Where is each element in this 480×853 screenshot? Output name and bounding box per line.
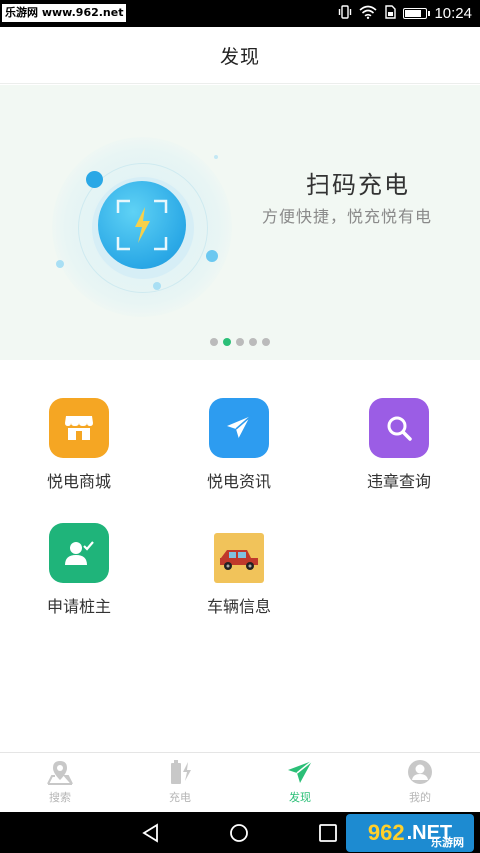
decor-dot — [153, 282, 161, 290]
decor-dot — [86, 171, 103, 188]
watermark: 乐游网 www.962.net — [2, 4, 127, 22]
grid-item-vehicle-info[interactable]: 车辆信息 — [179, 523, 299, 623]
banner-subtitle: 方便快捷，悦充悦有电 — [262, 207, 433, 226]
watermark-logo: 962 .NET 乐游网 — [346, 814, 474, 852]
battery-icon — [403, 8, 431, 19]
system-nav-bar: 962 .NET 乐游网 — [0, 812, 480, 853]
page-title: 发现 — [219, 45, 260, 68]
back-icon[interactable] — [141, 823, 161, 843]
tab-mine[interactable]: 我的 — [360, 753, 480, 812]
paper-plane-icon — [209, 398, 269, 458]
grid-item-news[interactable]: 悦电资讯 — [179, 398, 299, 498]
battery-fill — [405, 10, 422, 17]
decor-dot — [206, 250, 218, 262]
carousel-pager[interactable] — [0, 338, 480, 346]
grid-label: 违章查询 — [366, 472, 431, 491]
charging-icon — [171, 760, 191, 784]
paper-plane-icon — [288, 760, 313, 783]
grid-label: 车辆信息 — [206, 597, 271, 616]
tab-charge[interactable]: 充电 — [120, 753, 240, 812]
store-icon — [49, 398, 109, 458]
watermark-text: 乐游网 — [431, 837, 464, 849]
clock: 10:24 — [434, 5, 472, 22]
recents-icon[interactable] — [319, 824, 337, 842]
pager-dot[interactable] — [236, 338, 244, 346]
pager-dot[interactable] — [249, 338, 257, 346]
banner-title: 扫码充电 — [306, 171, 410, 199]
watermark-num: 962 — [367, 820, 405, 845]
sim-icon — [384, 4, 397, 23]
grid-item-store[interactable]: 悦电商城 — [19, 398, 139, 498]
nav-label: 搜索 — [49, 791, 71, 804]
user-circle-icon — [408, 760, 432, 784]
decor-dot — [214, 155, 218, 159]
header: 发现 — [0, 27, 480, 84]
car-icon — [214, 533, 264, 583]
map-pin-icon — [47, 761, 73, 785]
home-icon[interactable] — [229, 823, 249, 843]
pager-dot[interactable] — [223, 338, 231, 346]
user-check-icon — [49, 523, 109, 583]
search-icon — [369, 398, 429, 458]
tab-search[interactable]: 搜索 — [0, 753, 120, 812]
scan-lightning-icon — [116, 199, 168, 251]
nav-label: 充电 — [169, 791, 191, 804]
nav-label: 发现 — [289, 791, 311, 804]
bottom-nav: 搜索 充电 发现 我的 — [0, 752, 480, 812]
grid-label: 申请桩主 — [46, 597, 111, 616]
tab-discover[interactable]: 发现 — [240, 753, 360, 812]
nav-label: 我的 — [409, 791, 431, 804]
status-bar: 乐游网 www.962.net 10:24 — [0, 0, 480, 27]
status-icons: 10:24 — [338, 0, 472, 27]
pager-dot[interactable] — [210, 338, 218, 346]
wifi-icon — [359, 5, 377, 23]
banner-carousel[interactable]: 扫码充电 方便快捷，悦充悦有电 — [0, 85, 480, 360]
decor-dot — [56, 260, 64, 268]
grid-item-violation[interactable]: 违章查询 — [339, 398, 459, 498]
grid-item-apply-owner[interactable]: 申请桩主 — [19, 523, 139, 623]
pager-dot[interactable] — [262, 338, 270, 346]
grid-label: 悦电资讯 — [206, 472, 271, 491]
grid-label: 悦电商城 — [46, 472, 111, 491]
vibrate-icon — [338, 4, 352, 23]
